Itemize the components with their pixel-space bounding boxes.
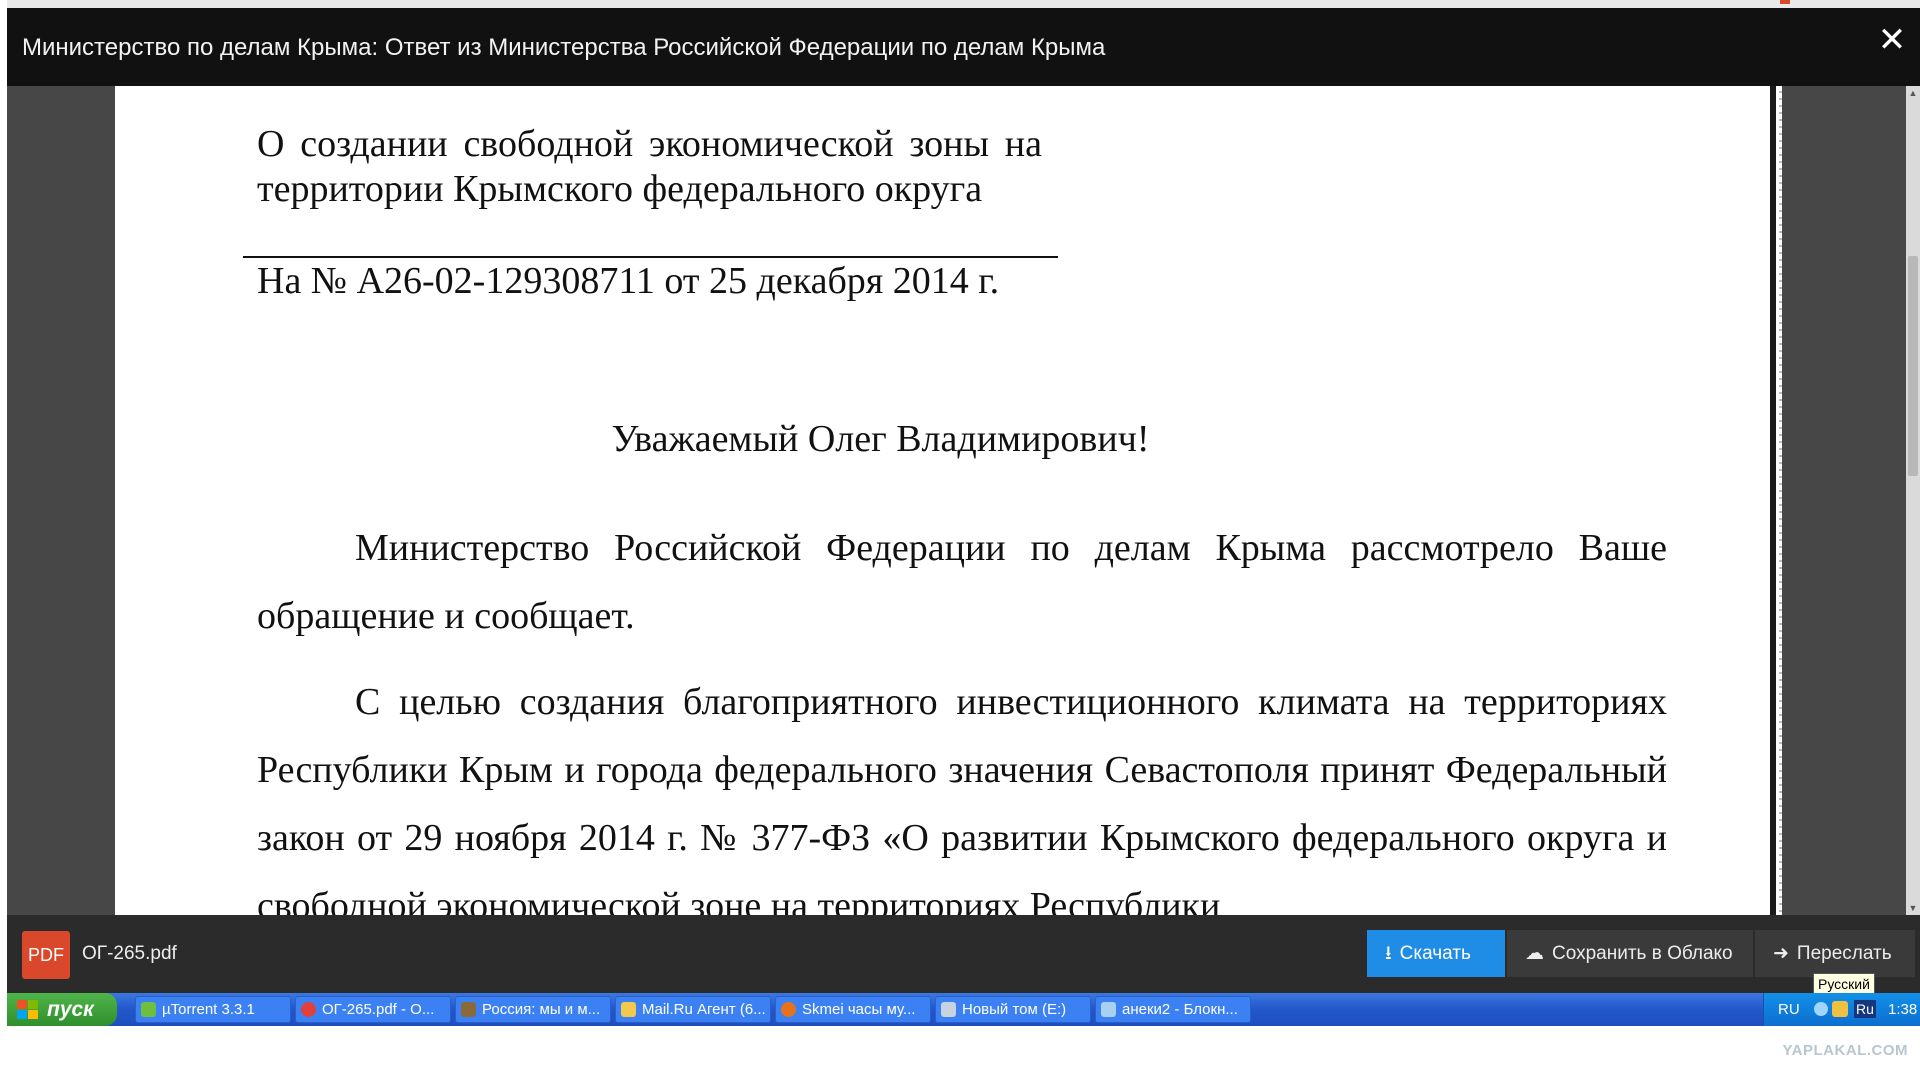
viewer-title: Министерство по делам Крыма: Ответ из Ми… — [22, 34, 1106, 61]
tray-language[interactable]: RU — [1778, 993, 1800, 1026]
window-top-strip — [7, 0, 1920, 8]
drive-icon — [941, 1002, 956, 1017]
taskbar-item-mail-agent[interactable]: Mail.Ru Агент (6... — [615, 996, 771, 1023]
system-tray: RU Ru 1:38 — [1763, 993, 1920, 1026]
cloud-label: Сохранить в Облако — [1552, 943, 1733, 964]
letter-paragraph-2: С целью создания благоприятного инвестиц… — [257, 681, 1667, 915]
utorrent-icon — [141, 1002, 156, 1017]
tray-clock[interactable]: 1:38 — [1888, 993, 1917, 1026]
start-label: пуск — [47, 998, 94, 1021]
notepad-icon — [1101, 1002, 1116, 1017]
chrome-icon — [301, 1002, 316, 1017]
taskbar-item-russia[interactable]: Россия: мы и м... — [455, 996, 611, 1023]
letter-salutation: Уважаемый Олег Владимирович! — [611, 418, 1150, 460]
taskbar-item-drive-e[interactable]: Новый том (E:) — [935, 996, 1091, 1023]
document-page: О создании свободной экономической зоны … — [115, 86, 1782, 915]
site-watermark: YAPLAKAL.COM — [1782, 1042, 1908, 1059]
close-icon[interactable]: ✕ — [1872, 20, 1912, 60]
page-scan-edge — [1770, 86, 1776, 915]
scroll-up-icon[interactable]: ▲ — [1906, 86, 1920, 100]
download-button[interactable]: ⭳ Скачать — [1367, 930, 1505, 977]
download-icon: ⭳ — [1385, 942, 1392, 964]
letter-paragraph-1: Министерство Российской Федерации по дел… — [257, 527, 1667, 637]
page-scan-edge-dots — [1779, 86, 1782, 915]
forward-label: Переслать — [1796, 943, 1892, 964]
forward-arrow-icon: ➜ — [1773, 942, 1789, 964]
letter-reference: На № А26-02-129308711 от 25 декабря 2014… — [257, 260, 1000, 302]
taskbar-item-notepad[interactable]: анеки2 - Блокн... — [1095, 996, 1251, 1023]
language-tooltip: Русский — [1813, 973, 1875, 995]
taskbar-item-pdf-browser[interactable]: ОГ-265.pdf - О... — [295, 996, 451, 1023]
start-button[interactable]: пуск — [7, 993, 117, 1026]
viewer-footer: PDF ОГ-265.pdf ⭳ Скачать ☁ Сохранить в Обл… — [7, 915, 1920, 993]
scroll-thumb[interactable] — [1908, 256, 1918, 476]
download-label: Скачать — [1399, 943, 1471, 964]
mail-agent-icon — [621, 1002, 636, 1017]
cloud-save-icon: ☁ — [1525, 942, 1544, 964]
viewer-header: Министерство по делам Крыма: Ответ из Ми… — [7, 8, 1920, 86]
browser-window-icon — [461, 1002, 476, 1017]
pdf-file-icon: PDF — [22, 931, 70, 979]
tray-app-icon[interactable] — [1832, 1001, 1848, 1017]
taskbar-item-skmei[interactable]: Skmei часы му... — [775, 996, 931, 1023]
letter-subject: О создании свободной экономической зоны … — [257, 123, 1042, 210]
file-name: ОГ-265.pdf — [82, 943, 177, 964]
scroll-down-icon[interactable]: ▼ — [1906, 901, 1920, 915]
forward-button[interactable]: ➜ Переслать — [1755, 930, 1915, 977]
windows-flag-icon — [17, 1000, 39, 1020]
vertical-scrollbar[interactable]: ▲ ▼ — [1906, 86, 1920, 915]
document-viewport[interactable]: О создании свободной экономической зоны … — [7, 86, 1920, 915]
tray-keyboard-layout[interactable]: Ru — [1854, 1000, 1876, 1018]
tray-network-icon[interactable] — [1814, 1002, 1828, 1016]
firefox-icon — [781, 1002, 796, 1017]
taskbar-item-utorrent[interactable]: µTorrent 3.3.1 — [135, 996, 291, 1023]
windows-taskbar: пуск µTorrent 3.3.1 ОГ-265.pdf - О... Ро… — [7, 993, 1920, 1026]
save-to-cloud-button[interactable]: ☁ Сохранить в Облако — [1507, 930, 1753, 977]
